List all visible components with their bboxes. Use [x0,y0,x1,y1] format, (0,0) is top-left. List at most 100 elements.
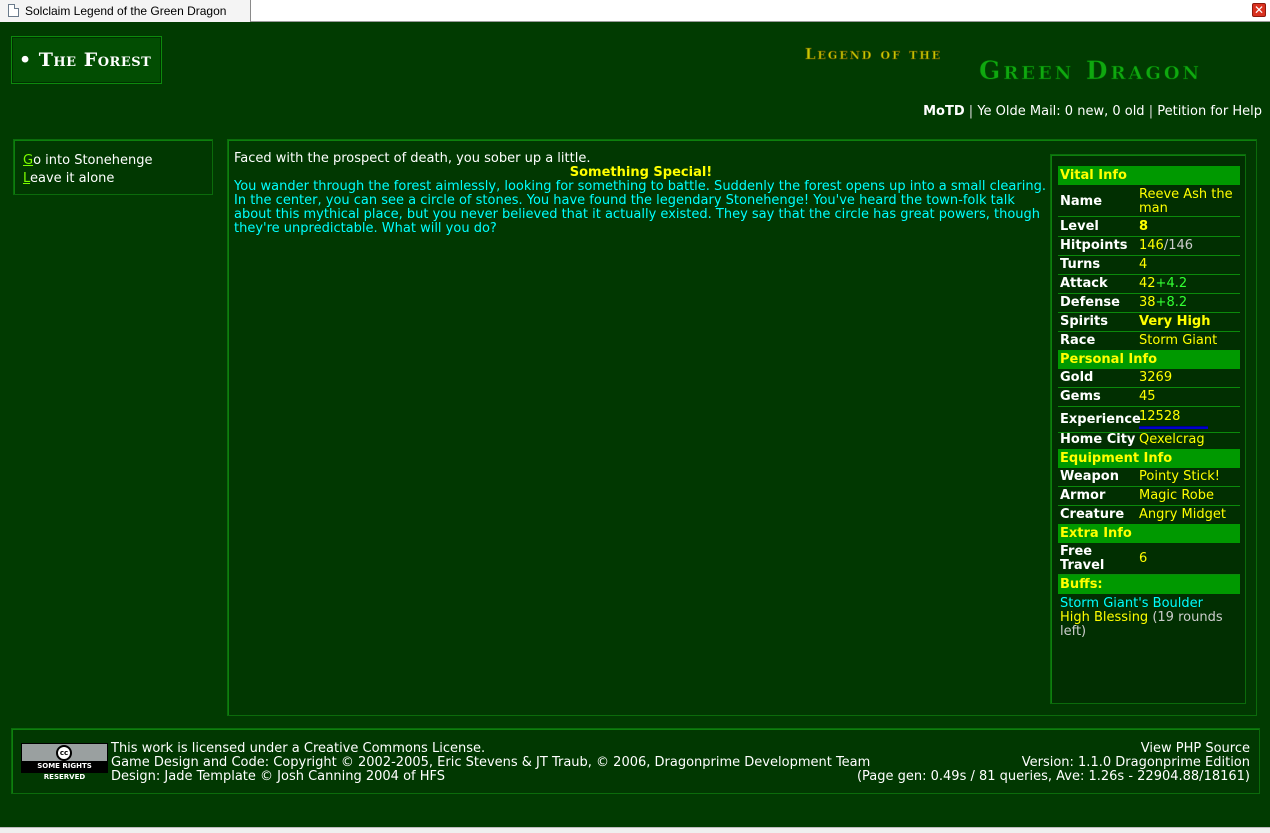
nav-go-into-stonehenge[interactable]: Go into Stonehenge [23,153,152,168]
stat-value: Pointy Stick! [1139,469,1220,484]
stat-label: Level [1060,219,1099,234]
browser-tab[interactable]: Solclaim Legend of the Green Dragon [0,0,251,22]
separator: | [968,104,974,119]
motd-link[interactable]: MoTD [923,104,965,119]
stat-value: 3269 [1139,370,1173,385]
stat-value: 38+8.2 [1139,296,1239,310]
logo-text-small: Legend of the [805,45,942,63]
license-suffix: . [480,741,486,756]
hp-current: 146 [1139,238,1164,253]
browser-statusbar [0,827,1270,833]
stat-value: Reeve Ash the man [1139,187,1233,216]
license-prefix: This work is licensed under a [111,741,304,756]
stat-label: Attack [1060,276,1108,291]
stat-value: 45 [1139,389,1156,404]
stat-value: 8 [1139,219,1149,234]
stat-row-name: Name Reeve Ash the man [1058,188,1240,217]
vital-info-heading: Vital Info [1058,166,1240,185]
extra-info-heading: Extra Info [1058,524,1240,543]
stat-label: Armor [1060,488,1106,503]
view-source-link[interactable]: View PHP Source [857,742,1250,756]
buffs-list: Storm Giant's Boulder High Blessing (19 … [1060,597,1240,639]
page-gen-stats: (Page gen: 0.49s / 81 queries, Ave: 1.26… [856,769,1250,784]
stat-label: Race [1060,333,1096,348]
footer-credits: This work is licensed under a Creative C… [111,742,870,784]
mail-link[interactable]: Ye Olde Mail: 0 new, 0 old [977,104,1144,119]
stat-value: Qexelcrag [1139,432,1205,447]
stat-row-level: Level 8 [1058,220,1240,237]
stat-row-attack: Attack 42+4.2 [1058,277,1240,294]
attack-bonus: +4.2 [1155,276,1188,291]
stat-row-armor: Armor Magic Robe [1058,489,1240,506]
game-logo: Legend of the Green Dragon [805,45,1202,86]
stat-value: Angry Midget [1139,507,1226,522]
page-title-box: • The Forest [11,36,162,84]
stat-row-gold: Gold 3269 [1058,371,1240,388]
buffs-heading: Buffs: [1058,575,1240,594]
stat-value: 42+4.2 [1139,277,1239,291]
stat-label: Name [1060,194,1103,209]
stat-row-gems: Gems 45 [1058,390,1240,407]
credits-line: Game Design and Code: Copyright © 2002-2… [111,755,871,770]
experience-progress-bar [1139,426,1208,429]
close-icon[interactable]: ✕ [1252,3,1266,17]
stat-row-spirits: Spirits Very High [1058,315,1240,332]
equipment-info-heading: Equipment Info [1058,449,1240,468]
attack-base: 42 [1139,276,1156,291]
stat-row-homecity: Home City Qexelcrag [1058,433,1240,450]
logo-text-large: Green Dragon [979,56,1202,85]
tab-title: Solclaim Legend of the Green Dragon [25,4,227,18]
version-text: Version: 1.1.0 Dragonprime Edition [1021,755,1250,770]
stat-label: Gold [1060,370,1094,385]
stat-label-line: Travel [1060,558,1105,573]
nav-leave-it-alone[interactable]: Leave it alone [23,171,114,186]
stat-label: Defense [1060,295,1120,310]
hp-max: 146 [1168,238,1194,253]
stat-value: Very High [1139,314,1211,329]
hotkey: G [23,153,34,168]
defense-bonus: +8.2 [1155,295,1188,310]
action-menu: Go into Stonehenge Leave it alone [13,139,213,195]
creative-commons-icon: cc [56,745,72,761]
event-description: You wander through the forest aimlessly,… [234,179,1046,236]
stat-label: Gems [1060,389,1101,404]
stat-value: 4 [1139,257,1148,272]
top-navigation: MoTD | Ye Olde Mail: 0 new, 0 old | Peti… [923,104,1262,119]
stat-label: Turns [1060,257,1101,272]
design-line: Design: Jade Template © Josh Canning 200… [111,769,446,784]
stat-value: 6 [1139,551,1148,566]
license-link[interactable]: Creative Commons License [304,741,481,756]
buff-name: High Blessing [1060,610,1149,625]
nav-label: o into Stonehenge [33,153,153,168]
event-heading: Something Special! [569,165,713,180]
footer-info: View PHP Source Version: 1.1.0 Dragonpri… [857,742,1250,784]
stat-label: Spirits [1060,314,1108,329]
stat-row-creature: Creature Angry Midget [1058,508,1240,525]
stat-label: Hitpoints [1060,238,1128,253]
stat-row-hitpoints: Hitpoints 146/146 [1058,239,1240,256]
intro-text: Faced with the prospect of death, you so… [234,151,591,166]
browser-titlebar: Solclaim Legend of the Green Dragon ✕ [0,0,1270,22]
stat-label: Free Travel [1060,545,1104,573]
stat-label-line: Free [1060,544,1093,559]
stat-label: Weapon [1060,469,1119,484]
personal-info-heading: Personal Info [1058,350,1240,369]
page-title: • The Forest [19,49,152,71]
defense-base: 38 [1139,295,1156,310]
stat-row-defense: Defense 38+8.2 [1058,296,1240,313]
stat-label: Home City [1060,432,1136,447]
petition-link[interactable]: Petition for Help [1157,104,1262,119]
footer: cc SOME RIGHTS RESERVED This work is lic… [11,728,1260,794]
stat-row-free-travel: Free Travel 6 [1058,545,1240,575]
nav-label: eave it alone [30,171,115,186]
buff-item: Storm Giant's Boulder [1060,596,1203,611]
stat-label: Creature [1060,507,1125,522]
character-stats-panel: Vital Info Name Reeve Ash the man Level … [1050,154,1246,704]
hotkey: L [23,171,31,186]
stat-value: Magic Robe [1139,488,1214,503]
buff-item: High Blessing (19 rounds left) [1060,611,1240,639]
creative-commons-badge[interactable]: cc SOME RIGHTS RESERVED [21,743,108,781]
stat-row-turns: Turns 4 [1058,258,1240,275]
page-icon [8,4,19,17]
stat-row-race: Race Storm Giant [1058,334,1240,351]
